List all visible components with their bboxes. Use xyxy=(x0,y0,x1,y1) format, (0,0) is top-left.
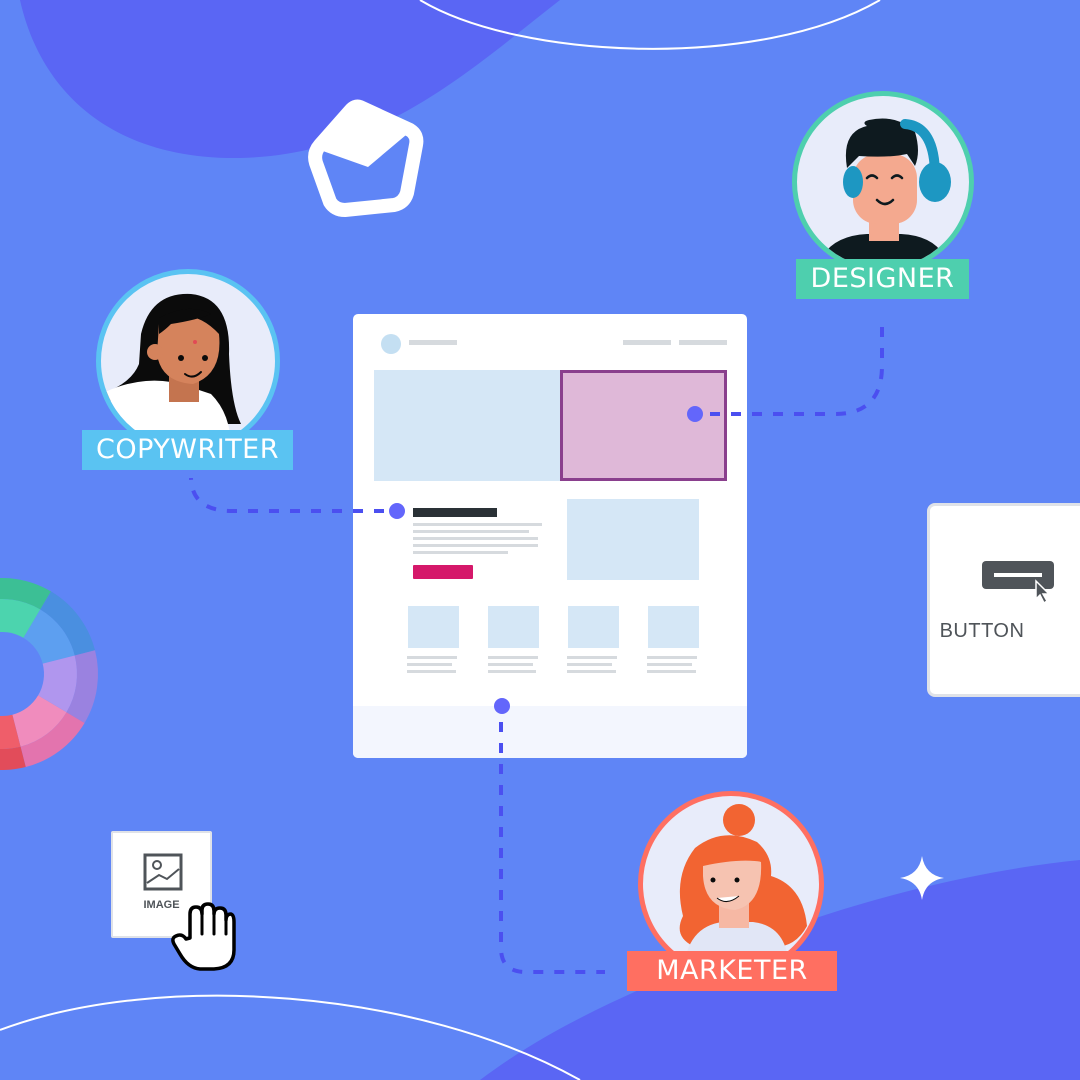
designer-anchor-dot xyxy=(687,406,703,422)
copywriter-avatar xyxy=(96,269,280,453)
designer-illustration xyxy=(817,118,951,268)
grab-hand-icon xyxy=(171,902,236,971)
marketer-anchor-dot xyxy=(494,698,510,714)
marketer-avatar xyxy=(638,791,824,977)
marketer-label: MARKETER xyxy=(627,951,837,991)
copywriter-anchor-dot xyxy=(389,503,405,519)
illustration-canvas: DESIGNER COPYWRITER MARKETER BUTTON IMAG… xyxy=(0,0,1080,1080)
image-icon xyxy=(143,853,183,891)
designer-avatar xyxy=(792,91,974,273)
copywriter-label: COPYWRITER xyxy=(82,430,293,470)
button-widget-label: BUTTON xyxy=(939,620,1025,642)
button-widget[interactable]: BUTTON xyxy=(927,503,1080,697)
button-cursor-icon xyxy=(982,561,1054,605)
marketer-illustration xyxy=(679,804,807,972)
designer-label: DESIGNER xyxy=(796,259,969,299)
copywriter-illustration xyxy=(101,293,241,448)
